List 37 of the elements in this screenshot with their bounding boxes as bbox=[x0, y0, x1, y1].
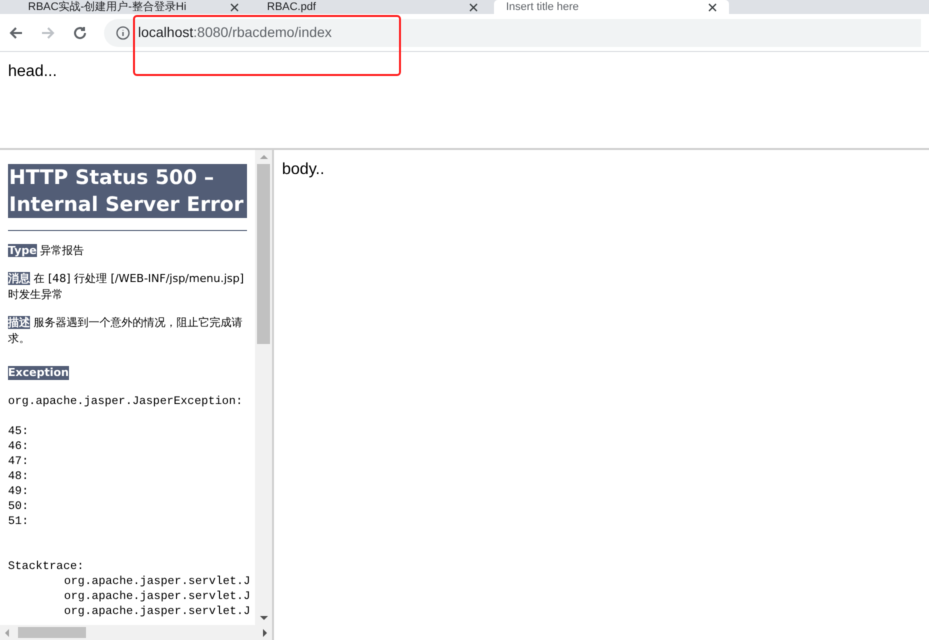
code-line: 51: bbox=[8, 514, 30, 529]
head-text: head... bbox=[8, 63, 57, 80]
error-field: 描述 服务器遇到一个意外的情况，阻止它完成请求。 bbox=[8, 315, 247, 347]
code-line: 45: bbox=[8, 424, 30, 439]
url-text: localhost:8080/rbacdemo/index bbox=[138, 23, 332, 42]
error-title: HTTP Status 500 – Internal Server Error bbox=[8, 164, 247, 218]
error-field: 消息 在 [48] 行处理 [/WEB-INF/jsp/menu.jsp] 时发生异常 bbox=[8, 271, 247, 303]
back-arrow-icon[interactable] bbox=[8, 24, 24, 40]
scrollbar-thumb[interactable] bbox=[257, 164, 270, 344]
stacktrace-line: org.apache.jasper.servlet.J bbox=[63, 574, 247, 589]
close-icon[interactable] bbox=[230, 2, 239, 12]
vertical-scrollbar[interactable] bbox=[255, 150, 272, 625]
error-field: Type 异常报告 bbox=[8, 243, 247, 259]
scroll-right-icon[interactable] bbox=[262, 628, 268, 636]
scroll-down-icon[interactable] bbox=[260, 615, 268, 621]
body-text: body.. bbox=[282, 161, 324, 178]
code-line: 50: bbox=[8, 499, 30, 514]
browser-tab[interactable]: Insert title here bbox=[494, 0, 729, 14]
reload-icon[interactable] bbox=[72, 24, 88, 40]
tab-title: Insert title here bbox=[506, 0, 580, 14]
exception-message: org.apache.jasper.JasperException: bbox=[8, 394, 244, 409]
exception-label: Exception bbox=[8, 366, 69, 380]
code-line: 47: bbox=[8, 454, 30, 469]
code-line: 46: bbox=[8, 439, 30, 454]
code-line: 49: bbox=[8, 484, 30, 499]
info-icon[interactable] bbox=[116, 26, 130, 40]
close-icon[interactable] bbox=[469, 2, 478, 12]
horizontal-scrollbar[interactable] bbox=[0, 625, 272, 640]
close-icon[interactable] bbox=[708, 2, 717, 12]
code-line: 48: bbox=[8, 469, 30, 484]
scrollbar-thumb[interactable] bbox=[18, 627, 86, 638]
address-bar[interactable]: localhost:8080/rbacdemo/index bbox=[104, 18, 921, 46]
tab-title: RBAC.pdf bbox=[267, 0, 317, 14]
stacktrace-line: org.apache.jasper.servlet.J bbox=[63, 604, 247, 619]
stacktrace-line: org.apache.jasper.servlet.J bbox=[63, 589, 247, 604]
tab-title: RBAC实战-创建用户-整合登录Hi bbox=[28, 0, 188, 14]
stacktrace-label: Stacktrace: bbox=[8, 559, 85, 574]
